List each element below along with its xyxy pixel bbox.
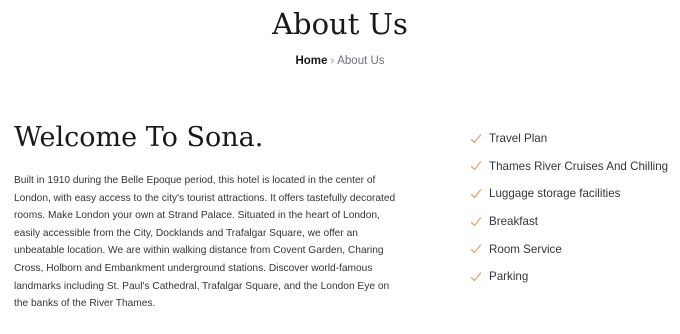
list-item: Breakfast [470, 208, 680, 236]
feature-label: Breakfast [489, 215, 538, 229]
list-item: Parking [470, 263, 680, 291]
list-item: Room Service [470, 235, 680, 263]
feature-label: Parking [489, 270, 529, 284]
check-icon [470, 133, 482, 145]
list-item: Travel Plan [470, 125, 680, 153]
page-title: About Us [272, 7, 408, 41]
breadcrumb-separator: › [330, 55, 335, 67]
check-icon [470, 160, 482, 172]
check-icon [470, 271, 482, 283]
feature-label: Room Service [489, 242, 562, 256]
list-item: Luggage storage facilities [470, 180, 680, 208]
list-item: Thames River Cruises And Chilling [470, 153, 680, 181]
about-heading: Welcome To Sona. [14, 122, 264, 153]
check-icon [470, 188, 482, 200]
breadcrumb-current: About Us [337, 55, 385, 67]
about-paragraph: Built in 1910 during the Belle Epoque pe… [14, 175, 396, 310]
feature-label: Luggage storage facilities [489, 187, 621, 201]
check-icon [470, 216, 482, 228]
feature-label: Thames River Cruises And Chilling [489, 159, 669, 173]
breadcrumb: Home › About Us [0, 53, 680, 69]
feature-label: Travel Plan [489, 132, 548, 146]
breadcrumb-home-link[interactable]: Home [295, 55, 327, 67]
check-icon [470, 243, 482, 255]
feature-list: Travel Plan Thames River Cruises And Chi… [470, 125, 680, 291]
